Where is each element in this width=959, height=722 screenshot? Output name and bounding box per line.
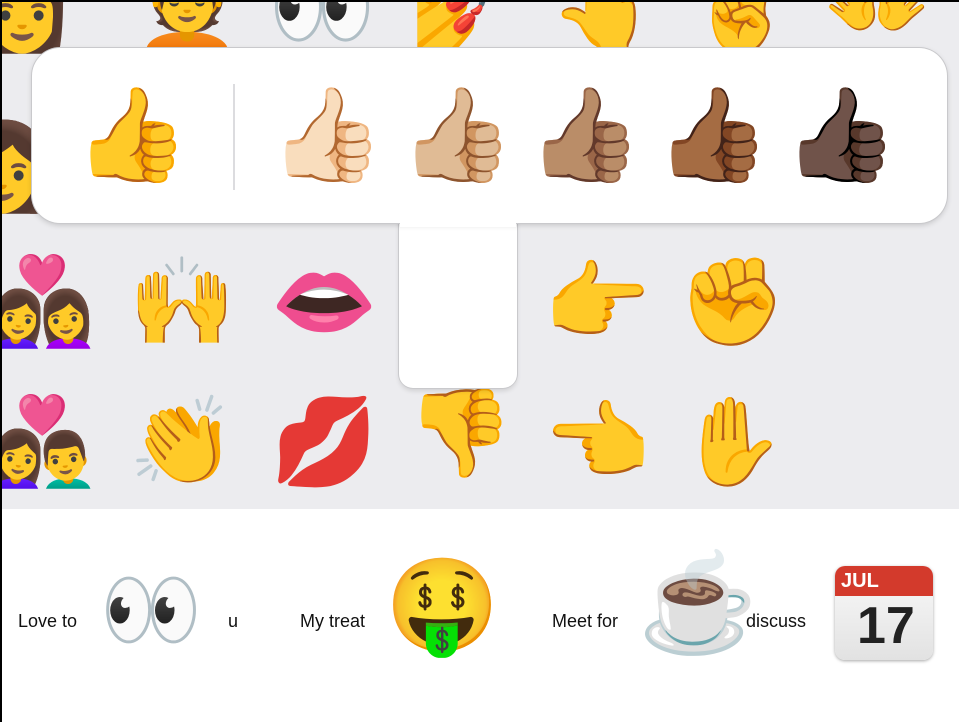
message-text: Love to [18, 611, 78, 631]
emoji-key[interactable]: 👈 [537, 387, 657, 497]
popover-divider [233, 84, 235, 190]
emoji-key[interactable]: 👉 [537, 247, 657, 357]
calendar-day: 17 [857, 597, 915, 655]
message-text: My treat [300, 611, 366, 631]
popover-stem-join [400, 197, 516, 227]
eyes-icon: 👀 [100, 565, 203, 656]
coffee-icon: ☕ [638, 550, 758, 657]
thumbs-up-default[interactable]: 👍 [75, 80, 190, 190]
calendar-month: JUL [841, 570, 879, 592]
calendar-icon: JUL 17 [835, 566, 933, 660]
emoji-key[interactable]: ✊ [672, 247, 792, 357]
thumbs-up-tone-5[interactable]: 👍🏿 [784, 80, 899, 190]
emoji-key[interactable]: 👩‍❤️‍👩 [2, 247, 102, 357]
thumbs-up-tone-3[interactable]: 👍🏽 [528, 80, 643, 190]
emoji-key[interactable]: 👄 [264, 247, 384, 357]
popover-stem [399, 202, 517, 388]
emoji-keyboard: 👩 💆 👀 💅 👆 ✌️ 👐 👩 👩‍❤️‍👩 🙌 👄 👉 ✊ 👩‍❤️‍👨 👏… [2, 2, 959, 509]
message-text: Meet for [552, 611, 619, 631]
thumbs-up-tone-2[interactable]: 👍🏼 [400, 80, 515, 190]
money-face-icon: 🤑 [385, 555, 500, 657]
message-text: discuss [746, 611, 807, 631]
message-text: u [228, 611, 239, 631]
emoji-key-selected[interactable]: 👎 [400, 378, 520, 488]
emoji-key[interactable]: 🙌 [122, 247, 242, 357]
emoji-key[interactable]: 👏 [122, 387, 242, 497]
emoji-key[interactable]: ✋ [672, 387, 792, 497]
thumbs-up-tone-4[interactable]: 👍🏾 [656, 80, 771, 190]
emoji-key[interactable]: 💋 [264, 387, 384, 497]
thumbs-up-tone-1[interactable]: 👍🏻 [270, 80, 385, 190]
emoji-key[interactable]: 👩‍❤️‍👨 [2, 387, 102, 497]
